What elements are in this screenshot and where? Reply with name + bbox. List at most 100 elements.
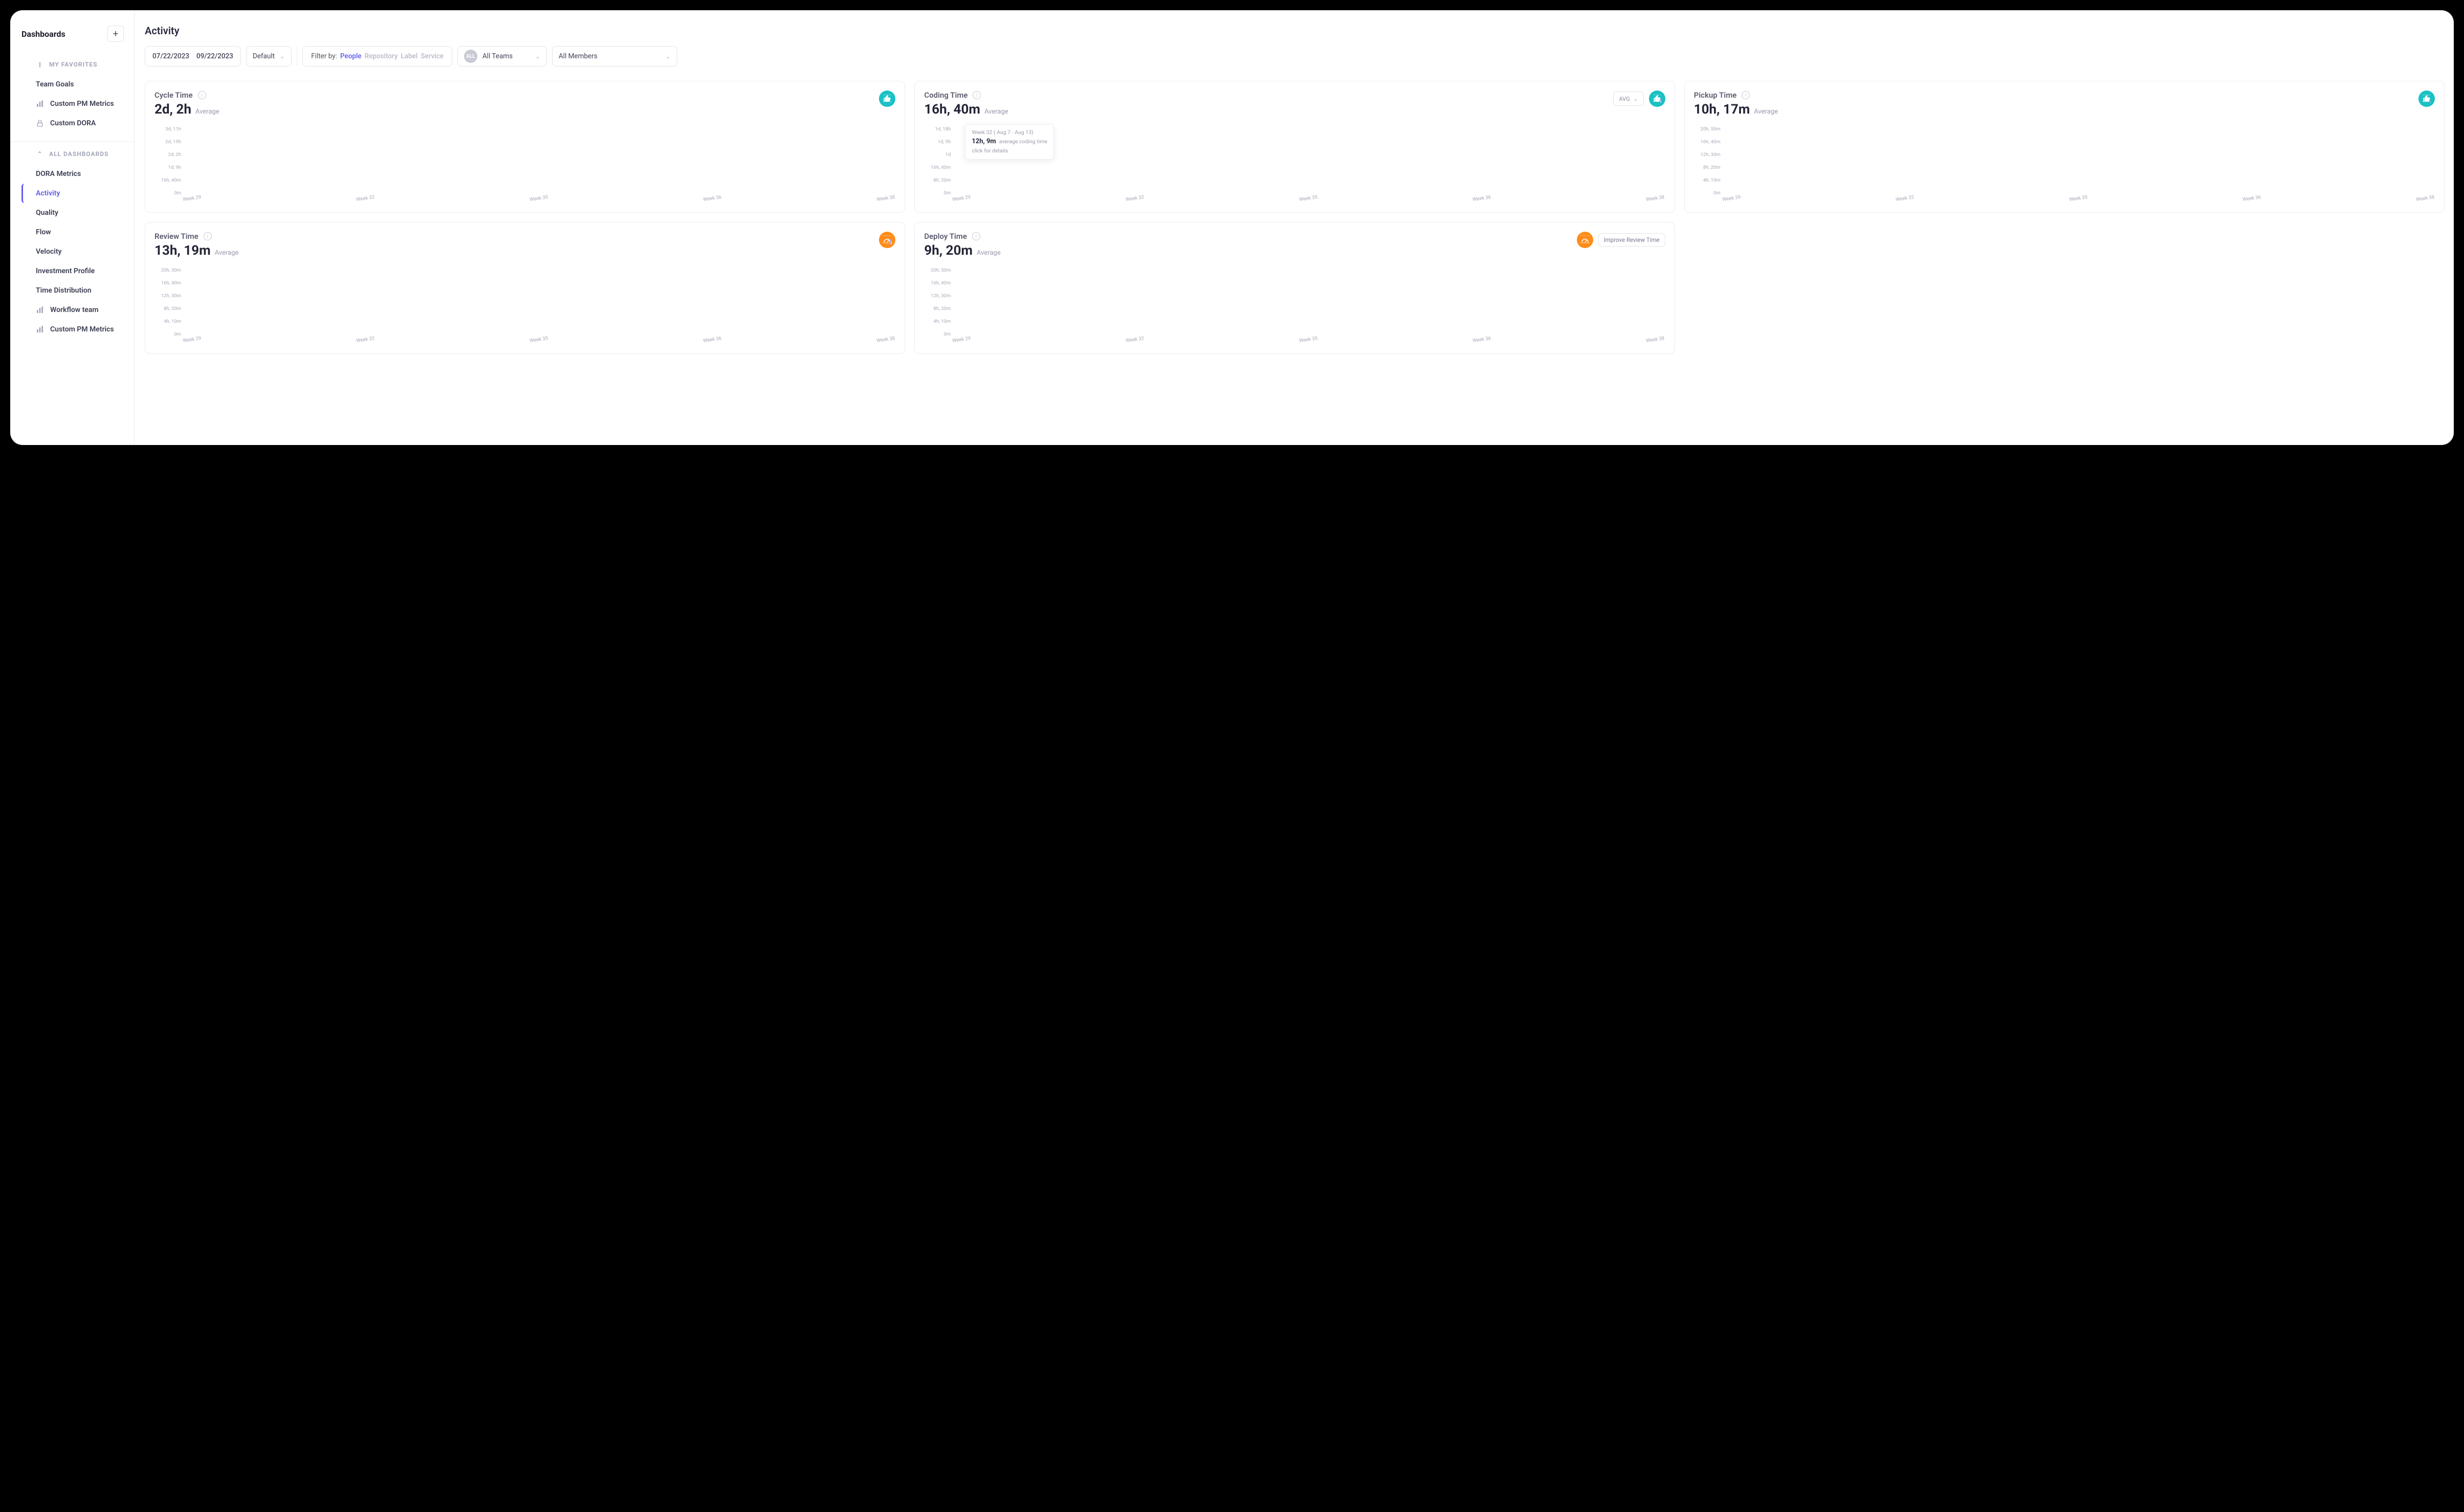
x-tick: Week 32 xyxy=(1126,336,1146,349)
y-tick: 0m xyxy=(1694,190,1721,196)
add-dashboard-button[interactable]: + xyxy=(107,26,124,42)
bar-chart-icon xyxy=(36,100,44,108)
tooltip-value: 12h, 9m xyxy=(972,138,996,145)
thumbs-up-icon[interactable] xyxy=(2418,91,2435,107)
sidebar-item-label: Custom DORA xyxy=(50,119,96,127)
improve-chip[interactable]: Improve Review Time xyxy=(1598,233,1665,247)
x-tick: Week 38 xyxy=(1646,336,1666,349)
y-tick: 8h, 20m xyxy=(1694,165,1721,170)
chevron-down-icon: ⌄ xyxy=(1633,95,1638,102)
y-tick: 8h, 20m xyxy=(924,306,951,312)
sidebar-item[interactable]: Workflow team xyxy=(21,300,129,320)
tooltip-click-hint: click for details xyxy=(972,147,1047,154)
card-value: 2d, 2h xyxy=(155,102,191,117)
app-window: Dashboards + MY FAVORITES Team GoalsCust… xyxy=(10,10,2454,445)
sidebar-item-label: Team Goals xyxy=(36,80,74,88)
metric-card-coding[interactable]: Coding Timei16h, 40mAverageAVG⌄1d, 18h1d… xyxy=(914,81,1675,213)
members-select[interactable]: All Members ⌄ xyxy=(552,46,677,66)
metric-card-cycle[interactable]: Cycle Timei2d, 2hAverage3d, 11h2d, 19h2d… xyxy=(145,81,905,213)
y-tick: 20h, 50m xyxy=(155,268,181,273)
x-tick: Week 32 xyxy=(1895,194,1915,208)
aggregate-select[interactable]: AVG⌄ xyxy=(1613,92,1643,106)
sidebar-item[interactable]: Time Distribution xyxy=(21,281,129,300)
filter-tag-repository[interactable]: Repository xyxy=(365,52,398,60)
info-icon[interactable]: i xyxy=(198,91,206,99)
chevron-down-icon: ⌄ xyxy=(280,53,285,60)
info-icon[interactable]: i xyxy=(204,232,212,240)
card-avg-label: Average xyxy=(977,249,1001,257)
x-tick: Week 38 xyxy=(876,336,896,349)
sidebar-item[interactable]: Custom PM Metrics xyxy=(21,320,129,339)
sidebar-item[interactable]: Activity xyxy=(21,184,129,203)
sidebar-item[interactable]: Quality xyxy=(21,203,129,223)
y-tick: 0m xyxy=(155,190,181,196)
gauge-icon[interactable] xyxy=(879,232,895,248)
card-avg-label: Average xyxy=(1754,108,1778,116)
metric-card-review[interactable]: Review Timei13h, 19mAverage20h, 50m16h, … xyxy=(145,222,905,354)
sidebar-item[interactable]: Flow xyxy=(21,223,129,242)
x-tick: Week 36 xyxy=(2242,194,2262,208)
x-tick: Week 35 xyxy=(530,336,549,349)
plus-icon: + xyxy=(113,29,118,39)
x-tick: Week 35 xyxy=(1299,194,1319,208)
thumbs-up-icon[interactable] xyxy=(879,91,895,107)
filter-by-group: Filter by: People Repository Label Servi… xyxy=(302,46,452,66)
y-tick: 8h, 20m xyxy=(924,177,951,183)
x-tick: Week 29 xyxy=(952,336,972,349)
card-value: 16h, 40m xyxy=(924,102,980,117)
sidebar-item[interactable]: Velocity xyxy=(21,242,129,261)
chart[interactable]: 20h, 50m16h, 40m12h, 30m8h, 20m4h, 10m0m… xyxy=(155,268,895,349)
chart[interactable]: 20h, 50m16h, 40m12h, 30m8h, 20m4h, 10m0m… xyxy=(924,268,1665,349)
x-tick: Week 32 xyxy=(1126,194,1146,208)
pin-icon xyxy=(36,60,44,69)
filter-tag-service[interactable]: Service xyxy=(421,52,444,60)
metric-card-pickup[interactable]: Pickup Timei10h, 17mAverage20h, 50m16h, … xyxy=(1684,81,2445,213)
sidebar-item[interactable]: DORA Metrics xyxy=(21,164,129,184)
sidebar-item-label: Custom PM Metrics xyxy=(50,100,114,108)
thumbs-up-icon[interactable] xyxy=(1649,91,1665,107)
card-value: 9h, 20m xyxy=(924,243,973,258)
filter-tag-label[interactable]: Label xyxy=(401,52,417,60)
sidebar-fav-item[interactable]: Team Goals xyxy=(21,75,129,94)
x-tick: Week 29 xyxy=(1722,194,1742,208)
y-tick: 1d, 9h xyxy=(924,139,951,145)
main-content: Activity 07/22/2023 09/22/2023 Default ⌄… xyxy=(135,10,2454,445)
chart[interactable]: 1d, 18h1d, 9h1d16h, 40m8h, 20m0mWeek 29W… xyxy=(924,126,1665,208)
sidebar-fav-item[interactable]: Custom PM Metrics xyxy=(21,94,129,114)
y-tick: 1d, 18h xyxy=(924,126,951,132)
x-tick: Week 36 xyxy=(1472,194,1492,208)
sidebar: Dashboards + MY FAVORITES Team GoalsCust… xyxy=(10,10,135,445)
chevron-down-icon: ⌄ xyxy=(535,53,540,60)
x-tick: Week 29 xyxy=(952,194,972,208)
y-tick: 2d, 2h xyxy=(155,152,181,158)
sidebar-fav-item[interactable]: Custom DORA xyxy=(21,114,129,133)
chart-svg xyxy=(1723,126,2435,196)
y-tick: 16h, 40m xyxy=(1694,139,1721,145)
sidebar-item[interactable]: Investment Profile xyxy=(21,261,129,281)
y-tick: 16h, 40m xyxy=(924,280,951,286)
sidebar-title: Dashboards xyxy=(21,29,65,39)
date-range-picker[interactable]: 07/22/2023 09/22/2023 xyxy=(145,46,241,66)
info-icon[interactable]: i xyxy=(1742,91,1750,99)
x-tick: Week 29 xyxy=(182,336,202,349)
chart[interactable]: 3d, 11h2d, 19h2d, 2h1d, 9h16h, 40m0mWeek… xyxy=(155,126,895,208)
team-select[interactable]: ALL All Teams ⌄ xyxy=(457,46,547,66)
chart[interactable]: 20h, 50m16h, 40m12h, 30m8h, 20m4h, 10m0m… xyxy=(1694,126,2435,208)
y-tick: 12h, 30m xyxy=(1694,152,1721,158)
preset-select[interactable]: Default ⌄ xyxy=(246,46,292,66)
tooltip-subtitle: average coding time xyxy=(999,138,1047,145)
y-tick: 20h, 50m xyxy=(1694,126,1721,132)
chart-svg xyxy=(183,126,895,196)
info-icon[interactable]: i xyxy=(972,232,980,240)
page-title: Activity xyxy=(145,25,2445,37)
y-tick: 1d xyxy=(924,152,951,158)
metric-card-deploy[interactable]: Deploy Timei9h, 20mAverageImprove Review… xyxy=(914,222,1675,354)
chart-tooltip[interactable]: Week 32 ( Aug 7 - Aug 13)12h, 9maverage … xyxy=(965,124,1054,160)
info-icon[interactable]: i xyxy=(973,91,981,99)
chevron-down-icon: ⌄ xyxy=(666,53,671,60)
filter-tag-people[interactable]: People xyxy=(340,52,362,60)
y-tick: 4h, 10m xyxy=(155,319,181,324)
gauge-icon[interactable] xyxy=(1577,232,1593,248)
chart-svg xyxy=(953,126,1665,196)
all-dashboards-header[interactable]: ⌃ ALL DASHBOARDS xyxy=(36,150,129,158)
